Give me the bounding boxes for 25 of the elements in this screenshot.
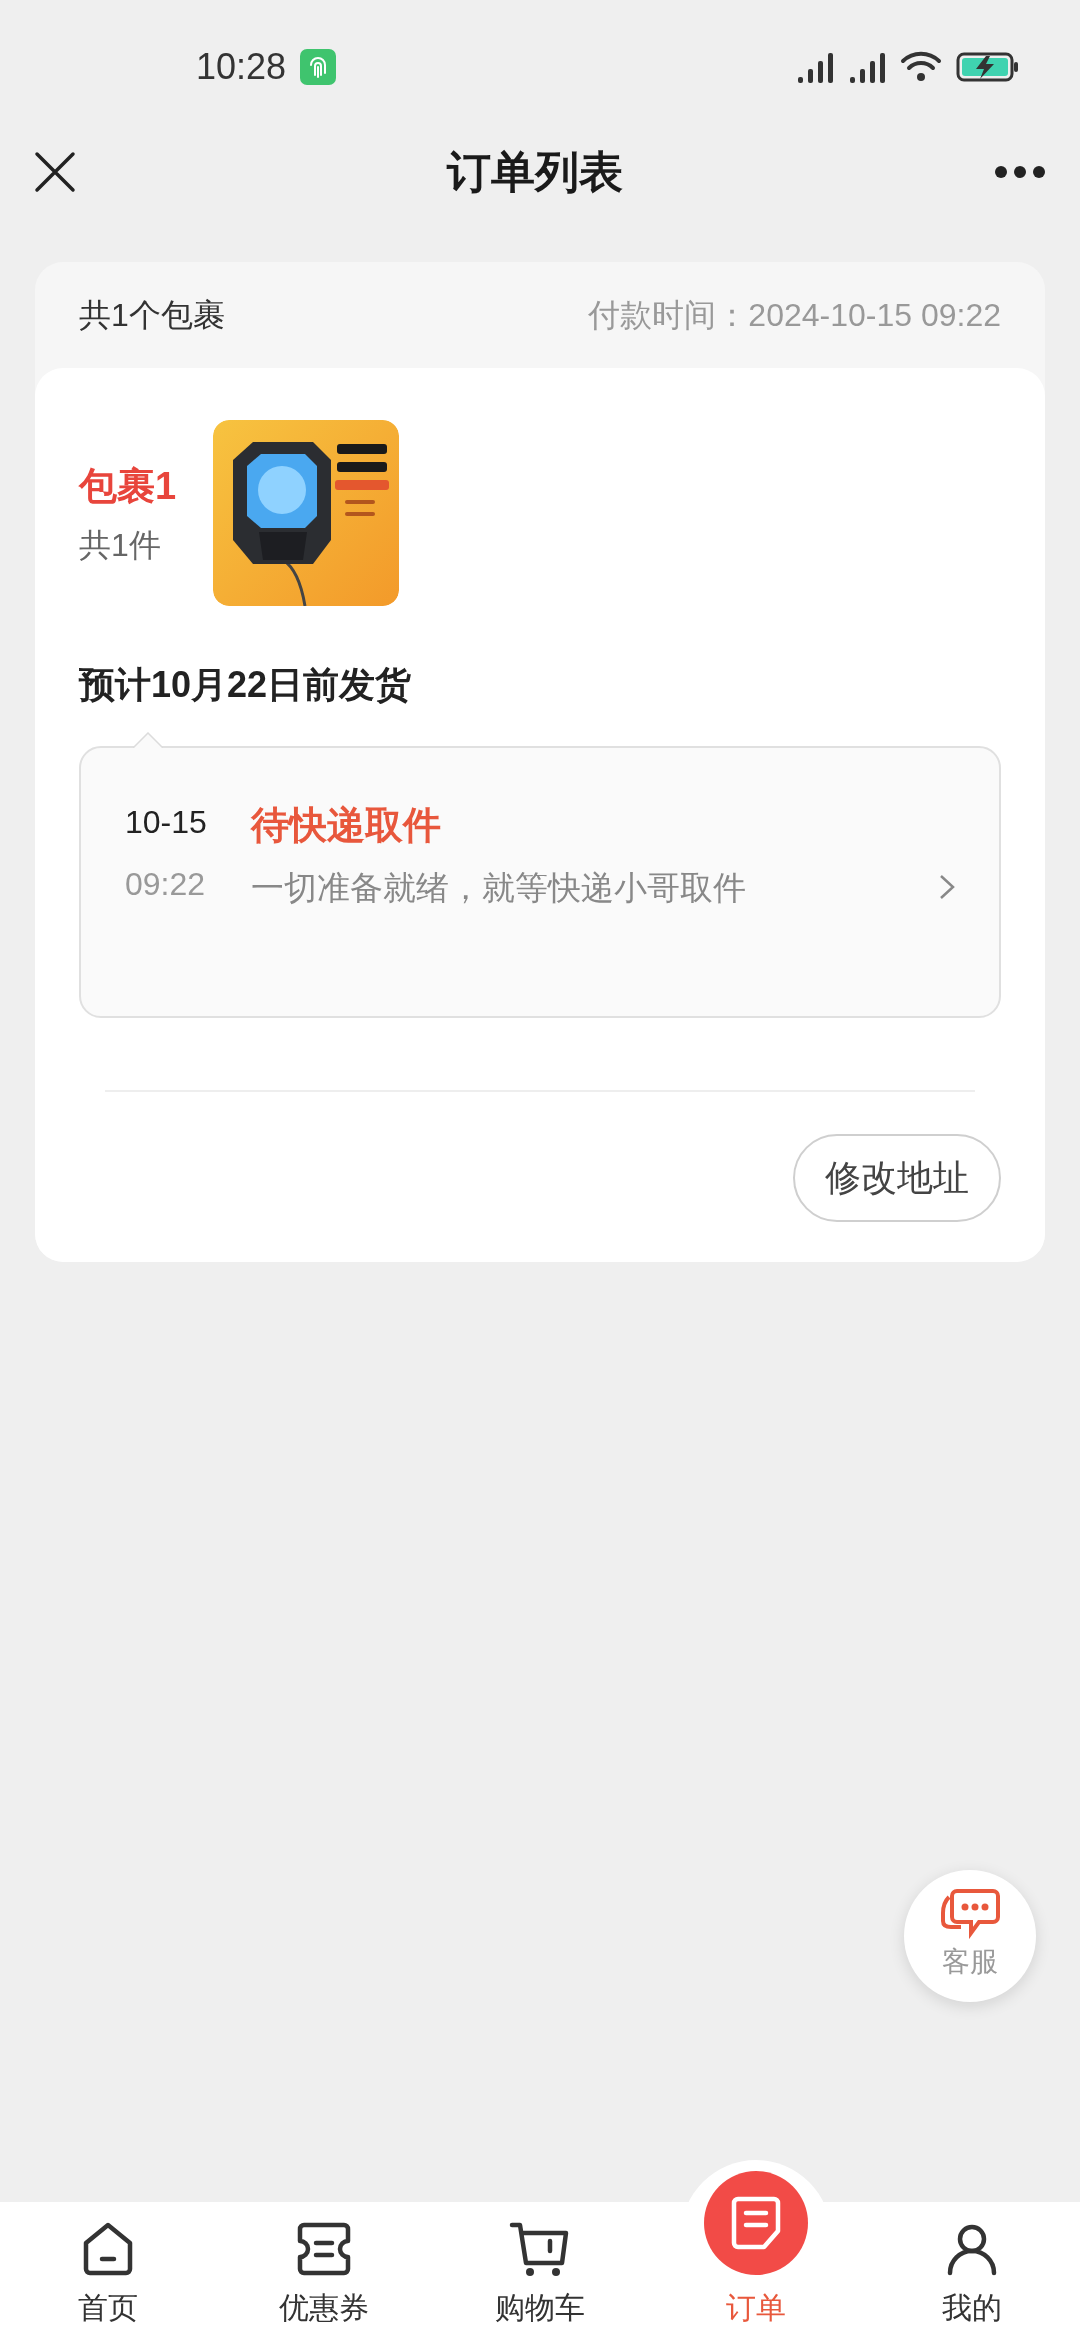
tab[interactable]: 我的: [864, 2202, 1080, 2340]
tracking-card[interactable]: 10-15 09:22 待快递取件 一切准备就绪，就等快递小哥取件: [79, 746, 1001, 1018]
payment-time: 付款时间：2024-10-15 09:22: [588, 296, 1001, 335]
package-name: 包裹1: [79, 463, 178, 509]
chevron-right-icon: [939, 874, 955, 900]
tracking-time: 09:22: [125, 865, 207, 904]
order-icon: [730, 2195, 782, 2251]
status-time: 10:28: [196, 45, 287, 89]
tracking-detail: 一切准备就绪，就等快递小哥取件: [251, 868, 747, 908]
item-count: 共1件: [79, 525, 162, 565]
tab[interactable]: 订单: [648, 2160, 864, 2340]
tracking-date: 10-15: [125, 803, 208, 842]
tracking-status: 待快递取件: [251, 803, 442, 848]
pointer-notch: [133, 732, 163, 748]
tab[interactable]: 优惠券: [216, 2202, 432, 2340]
package-count: 共1个包裹: [79, 296, 225, 335]
chat-icon: [939, 1889, 1001, 1939]
more-icon[interactable]: [994, 165, 1046, 179]
tab[interactable]: 购物车: [432, 2202, 648, 2340]
page-title: 订单列表: [447, 146, 623, 198]
close-icon[interactable]: [34, 151, 76, 193]
tab[interactable]: 首页: [0, 2202, 216, 2340]
shipping-estimate: 预计10月22日前发货: [79, 663, 413, 707]
fingerprint-icon: [300, 49, 337, 85]
change-address-button[interactable]: 修改地址: [793, 1134, 1001, 1222]
